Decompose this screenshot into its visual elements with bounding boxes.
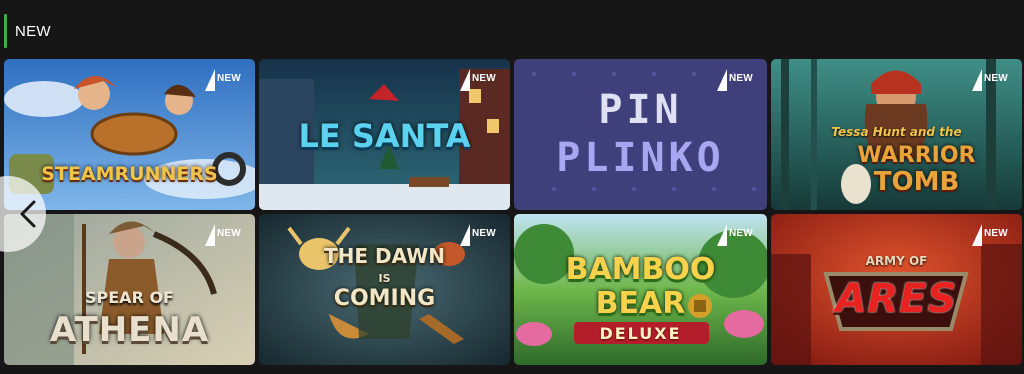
game-title-steamrunners: STEAMRUNNERS: [41, 163, 218, 185]
new-badge: NEW: [717, 224, 757, 250]
game-tile-tessa-hunt[interactable]: Tessa Hunt and the WARRIOR TOMB NEW: [771, 59, 1022, 210]
game-title-tomb: TOMB: [873, 167, 960, 197]
badge-triangle-icon: [717, 69, 727, 91]
games-grid: STEAMRUNNERS NEW LE SANTA NEW PIN PLINKO…: [4, 59, 1024, 365]
section-title: NEW: [15, 22, 51, 40]
new-badge-label: NEW: [472, 228, 496, 239]
game-title-bamboo: BAMBOO: [565, 252, 716, 287]
badge-triangle-icon: [972, 69, 982, 91]
new-games-section: NEW STEAMRUNNERS NEW LE SANTA NEW PIN PL…: [0, 0, 1024, 374]
new-badge-label: NEW: [729, 73, 753, 84]
new-badge-label: NEW: [729, 228, 753, 239]
game-title-plinko: PLINKO: [556, 135, 725, 181]
new-badge: NEW: [460, 224, 500, 250]
new-badge: NEW: [460, 69, 500, 95]
badge-triangle-icon: [205, 224, 215, 246]
new-badge-label: NEW: [984, 228, 1008, 239]
badge-triangle-icon: [972, 224, 982, 246]
game-tile-dawn-is-coming[interactable]: THE DAWN IS COMING NEW: [259, 214, 510, 365]
game-title-warrior: WARRIOR: [857, 143, 976, 168]
game-title-athena: ATHENA: [49, 310, 210, 350]
new-badge: NEW: [972, 69, 1012, 95]
game-title-coming: COMING: [333, 286, 436, 311]
new-badge-label: NEW: [472, 73, 496, 84]
new-badge: NEW: [205, 224, 245, 250]
chevron-left-icon: [20, 200, 36, 228]
badge-triangle-icon: [460, 69, 470, 91]
new-badge: NEW: [205, 69, 245, 95]
game-tile-bamboo-bear[interactable]: BAMBOO BEAR DELUXE NEW: [514, 214, 767, 365]
game-title-deluxe: DELUXE: [599, 324, 682, 343]
game-subtitle-spear-of: SPEAR OF: [85, 288, 174, 307]
game-tile-pin-plinko[interactable]: PIN PLINKO NEW: [514, 59, 767, 210]
game-title-ares: ARES: [835, 276, 958, 322]
new-badge-label: NEW: [217, 228, 241, 239]
badge-triangle-icon: [460, 224, 470, 246]
new-badge-label: NEW: [217, 73, 241, 84]
game-subtitle-tessa-hunt: Tessa Hunt and the: [831, 125, 962, 139]
game-tile-spear-of-athena[interactable]: SPEAR OF ATHENA NEW: [4, 214, 255, 365]
game-tile-army-of-ares[interactable]: ARMY OF ARES NEW: [771, 214, 1022, 365]
game-title-le-santa: LE SANTA: [298, 117, 471, 155]
badge-triangle-icon: [717, 224, 727, 246]
game-title-is: IS: [378, 272, 391, 285]
badge-triangle-icon: [205, 69, 215, 91]
section-accent-bar: [4, 14, 7, 48]
game-title-bear: BEAR: [595, 286, 686, 321]
section-header: NEW: [0, 14, 51, 48]
game-tile-le-santa[interactable]: LE SANTA NEW: [259, 59, 510, 210]
new-badge: NEW: [972, 224, 1012, 250]
game-tile-steamrunners[interactable]: STEAMRUNNERS NEW: [4, 59, 255, 210]
new-badge: NEW: [717, 69, 757, 95]
new-badge-label: NEW: [984, 73, 1008, 84]
game-subtitle-army-of: ARMY OF: [865, 254, 928, 268]
